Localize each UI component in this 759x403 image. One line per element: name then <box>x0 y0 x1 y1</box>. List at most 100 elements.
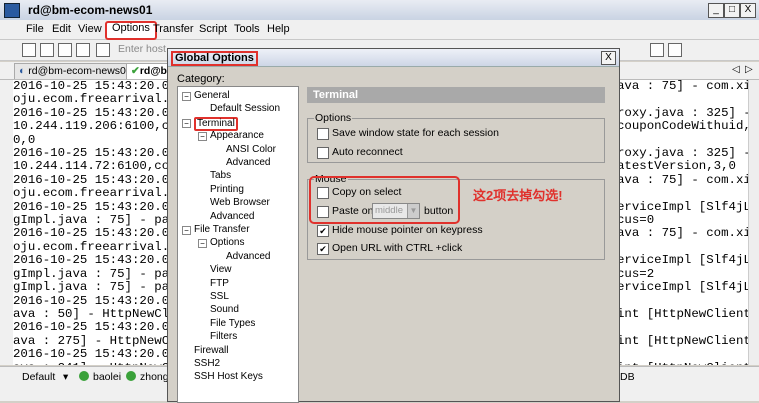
annotation-text: 这2项去掉勾选! <box>473 188 563 203</box>
panel-header: Terminal <box>307 87 605 103</box>
save-window-state-checkbox[interactable] <box>317 128 329 140</box>
tree-item-file-transfer[interactable]: File Transfer <box>194 224 250 235</box>
session-button-baolei[interactable]: baolei <box>93 371 121 383</box>
menu-script[interactable]: Script <box>194 22 232 37</box>
quick-connect-icon[interactable] <box>40 43 54 57</box>
terminal-line: ava : 75] - com.xia <box>617 226 748 241</box>
auto-reconnect-checkbox[interactable] <box>317 147 329 159</box>
tab-label: rd@bm-ecom-news00 <box>28 65 132 77</box>
auto-reconnect-label: Auto reconnect <box>332 146 403 158</box>
terminal-line: int [HttpNewClient.j <box>617 333 748 348</box>
tree-item-ftp[interactable]: FTP <box>210 278 229 289</box>
tree-item-tabs[interactable]: Tabs <box>210 170 231 181</box>
left-gutter <box>0 80 13 365</box>
terminal-line: atestVersion,3,0 <box>617 159 736 174</box>
tree-expander-icon[interactable]: − <box>182 226 191 235</box>
hide-pointer-label: Hide mouse pointer on keypress <box>332 224 483 236</box>
tab-scroll-left-icon[interactable]: ◁ <box>732 64 740 75</box>
options-group-label: Options <box>314 112 353 124</box>
terminal-line: ava : 75] - com.xia <box>617 172 748 187</box>
terminal-line: 0,0 <box>13 132 36 147</box>
default-session-select[interactable]: Default <box>22 371 55 383</box>
hide-pointer-checkbox[interactable]: ✔ <box>317 225 329 237</box>
terminal-line: oju.ecom.freearrival.co <box>13 186 167 201</box>
tree-expander-icon[interactable]: − <box>182 92 191 101</box>
terminal-left[interactable]: 2016-10-25 15:43:20.03 oju.ecom.freearriv… <box>13 80 167 365</box>
app-icon <box>4 3 20 18</box>
window-title: rd@bm-ecom-news01 <box>28 3 153 17</box>
toolbar-misc-icon[interactable] <box>650 43 664 57</box>
menu-transfer[interactable]: Transfer <box>148 22 199 37</box>
category-tree: − General Default Session − Terminal − Appeara… <box>177 86 299 403</box>
terminal-line: 10.244.114.72:6100,con <box>13 159 167 174</box>
disconnect-icon[interactable] <box>96 43 110 57</box>
tree-item-general[interactable]: General <box>194 90 230 101</box>
tree-item-advanced[interactable]: Advanced <box>226 157 270 168</box>
check-icon: ✔ <box>131 65 140 77</box>
terminal-line: 2016-10-25 15:43:20.04 <box>13 199 167 214</box>
tree-item-printing[interactable]: Printing <box>210 184 244 195</box>
menu-file[interactable]: File <box>21 22 49 37</box>
tree-item-advanced[interactable]: Advanced <box>210 211 254 222</box>
terminal-line: roxy.java : 325] - <box>617 105 748 120</box>
global-options-dialog: Global Options X Category: − General Defau… <box>167 48 620 403</box>
terminal-line: 2016-10-25 15:43:20.04 <box>13 226 167 241</box>
menu-help[interactable]: Help <box>262 22 295 37</box>
menu-edit[interactable]: Edit <box>47 22 76 37</box>
tab-session-1[interactable]: ◐ rd@bm-ecom-news00 <box>14 63 137 79</box>
connect-tab-icon[interactable] <box>58 43 72 57</box>
host-input[interactable]: Enter host <box>118 43 166 55</box>
tree-item-options[interactable]: Options <box>210 237 244 248</box>
terminal-line: 2016-10-25 15:43:20.03 <box>13 80 167 93</box>
tree-item-default-session[interactable]: Default Session <box>210 103 280 114</box>
tree-item-firewall[interactable]: Firewall <box>194 345 228 356</box>
dialog-close-button[interactable]: X <box>601 51 616 65</box>
status-right-text: DB <box>620 371 635 383</box>
category-label: Category: <box>177 73 225 85</box>
maximize-button[interactable]: □ <box>724 3 740 18</box>
tree-item-appearance[interactable]: Appearance <box>210 130 264 141</box>
save-window-state-label: Save window state for each session <box>332 127 499 139</box>
terminal-line: 2016-10-25 15:43:20.05 <box>13 320 167 335</box>
tree-item-ssh-host-keys[interactable]: SSH Host Keys <box>194 371 263 382</box>
terminal-line: int [HttpNewClient.j <box>617 361 748 365</box>
tree-item-web-browser[interactable]: Web Browser <box>210 197 270 208</box>
terminal-line: erviceImpl [Slf4jLo <box>617 199 748 214</box>
tree-item-file-types[interactable]: File Types <box>210 318 255 329</box>
tree-item-ssl[interactable]: SSL <box>210 291 229 302</box>
tab-session-2[interactable]: ✔rd@b <box>126 63 172 79</box>
terminal-scrollbar[interactable] <box>748 80 759 365</box>
tree-item-ssh2[interactable]: SSH2 <box>194 358 220 369</box>
options-group: Options Save window state for each sessi… <box>307 112 605 163</box>
open-url-checkbox[interactable]: ✔ <box>317 243 329 255</box>
tree-item-terminal[interactable]: Terminal <box>194 116 238 131</box>
tree-expander-icon[interactable]: − <box>198 132 207 142</box>
terminal-line: ava : 241] - HttpNewCl <box>13 361 167 365</box>
minimize-button[interactable]: _ <box>708 3 724 18</box>
help-icon[interactable] <box>668 43 682 57</box>
tree-item-sound[interactable]: Sound <box>210 304 239 315</box>
chevron-down-icon[interactable]: ▾ <box>63 371 68 383</box>
reconnect-icon[interactable] <box>76 43 90 57</box>
menu-view[interactable]: View <box>73 22 107 37</box>
tree-item-advanced[interactable]: Advanced <box>226 251 270 262</box>
tab-scroll-right-icon[interactable]: ▷ <box>745 64 753 75</box>
tree-item-view[interactable]: View <box>210 264 232 275</box>
terminal-line: erviceImpl [Slf4jLo <box>617 280 748 295</box>
terminal-right[interactable]: ava : 75] - com.xia roxy.java : 325] - co… <box>617 80 748 365</box>
tree-expander-icon[interactable]: − <box>198 239 207 249</box>
menu-tools[interactable]: Tools <box>229 22 265 37</box>
terminal-line: 2016-10-25 15:43:20.04 <box>13 253 167 268</box>
connect-icon[interactable] <box>22 43 36 57</box>
annotation-highlight-box <box>309 176 460 224</box>
terminal-line: cus=2 <box>617 266 655 281</box>
close-button[interactable]: X <box>740 3 756 18</box>
tree-expander-icon[interactable]: − <box>182 118 191 128</box>
tree-item-filters[interactable]: Filters <box>210 331 237 342</box>
tree-item-ansi-color[interactable]: ANSI Color <box>226 144 276 155</box>
